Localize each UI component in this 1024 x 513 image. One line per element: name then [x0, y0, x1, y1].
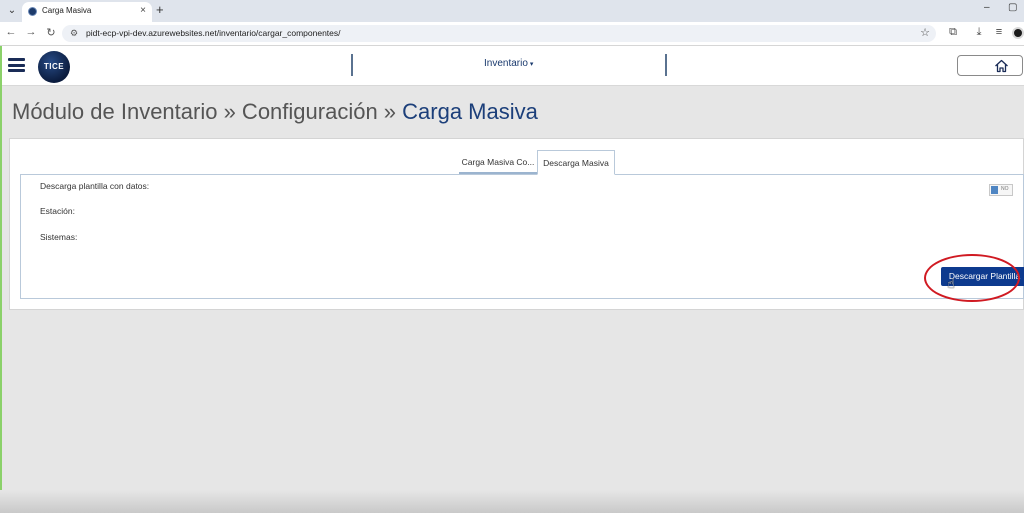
content-card: Carga Masiva Co... Descarga Masiva Desca… [9, 138, 1024, 310]
browser-tab-title: Carga Masiva [42, 6, 92, 15]
breadcrumb-current: Carga Masiva [402, 99, 538, 124]
bookmark-star-icon[interactable]: ☆ [920, 26, 930, 39]
inventario-dropdown[interactable]: Inventario ▾ [484, 58, 533, 69]
bottom-shade [0, 490, 1024, 513]
breadcrumb-path: Módulo de Inventario » Configuración » [12, 99, 403, 124]
tab-descarga-masiva[interactable]: Descarga Masiva [537, 150, 615, 175]
minimize-icon[interactable]: – [984, 2, 990, 13]
hand-cursor-icon: ☝ [947, 276, 955, 291]
download-with-data-toggle[interactable]: NO [989, 184, 1013, 196]
label-station: Estación: [40, 206, 75, 216]
window-edge [0, 46, 2, 513]
url-text[interactable]: pidt-ecp-vpi-dev.azurewebsites.net/inven… [86, 28, 341, 38]
profile-avatar-icon[interactable] [1012, 27, 1024, 39]
restore-icon[interactable]: ▢ [1008, 2, 1017, 13]
descarga-panel: Descarga plantilla con datos: NO Estació… [20, 174, 1024, 299]
home-icon [995, 59, 1008, 73]
site-favicon-icon [28, 7, 37, 16]
toggle-text: NO [1001, 186, 1009, 192]
new-tab-icon[interactable]: + [156, 2, 164, 17]
extensions-icon[interactable]: ⧉ [946, 26, 960, 39]
label-download-with-data: Descarga plantilla con datos: [40, 181, 150, 191]
tab-search-icon[interactable]: ⌄ [4, 3, 20, 19]
caret-down-icon: ▾ [529, 61, 534, 68]
header-divider-right [665, 54, 667, 76]
browser-tab-active[interactable]: Carga Masiva × [22, 2, 152, 22]
page-title: Módulo de Inventario » Configuración » C… [12, 99, 538, 125]
site-info-icon[interactable]: ⚙ [70, 28, 78, 39]
reload-icon[interactable]: ↻ [44, 26, 58, 39]
tab-close-icon[interactable]: × [140, 5, 146, 16]
app-header: TICE Inventario ▾ [0, 46, 1024, 86]
back-arrow-icon[interactable]: ← [4, 26, 18, 38]
tab-carga-masiva[interactable]: Carga Masiva Co... [459, 150, 537, 174]
forward-arrow-icon[interactable]: → [24, 26, 38, 38]
hamburger-menu-icon[interactable] [8, 58, 25, 72]
label-systems: Sistemas: [40, 232, 78, 242]
home-button[interactable] [957, 55, 1023, 76]
tabs-row: Carga Masiva Co... Descarga Masiva [20, 149, 1024, 175]
highlight-ring-annotation [924, 254, 1020, 302]
toggle-knob [991, 186, 998, 194]
browser-toolbar: ← → ↻ ⚙ pidt-ecp-vpi-dev.azurewebsites.n… [0, 22, 1024, 46]
browser-tabstrip: ⌄ Carga Masiva × + – ▢ [0, 0, 1024, 22]
header-divider-left [351, 54, 353, 76]
inventario-label: Inventario [484, 58, 528, 69]
download-icon[interactable]: ⤓ [972, 26, 986, 39]
address-bar[interactable]: ⚙ pidt-ecp-vpi-dev.azurewebsites.net/inv… [62, 25, 936, 42]
app-logo[interactable]: TICE [38, 51, 70, 83]
reading-list-icon[interactable]: ≡ [992, 26, 1006, 38]
